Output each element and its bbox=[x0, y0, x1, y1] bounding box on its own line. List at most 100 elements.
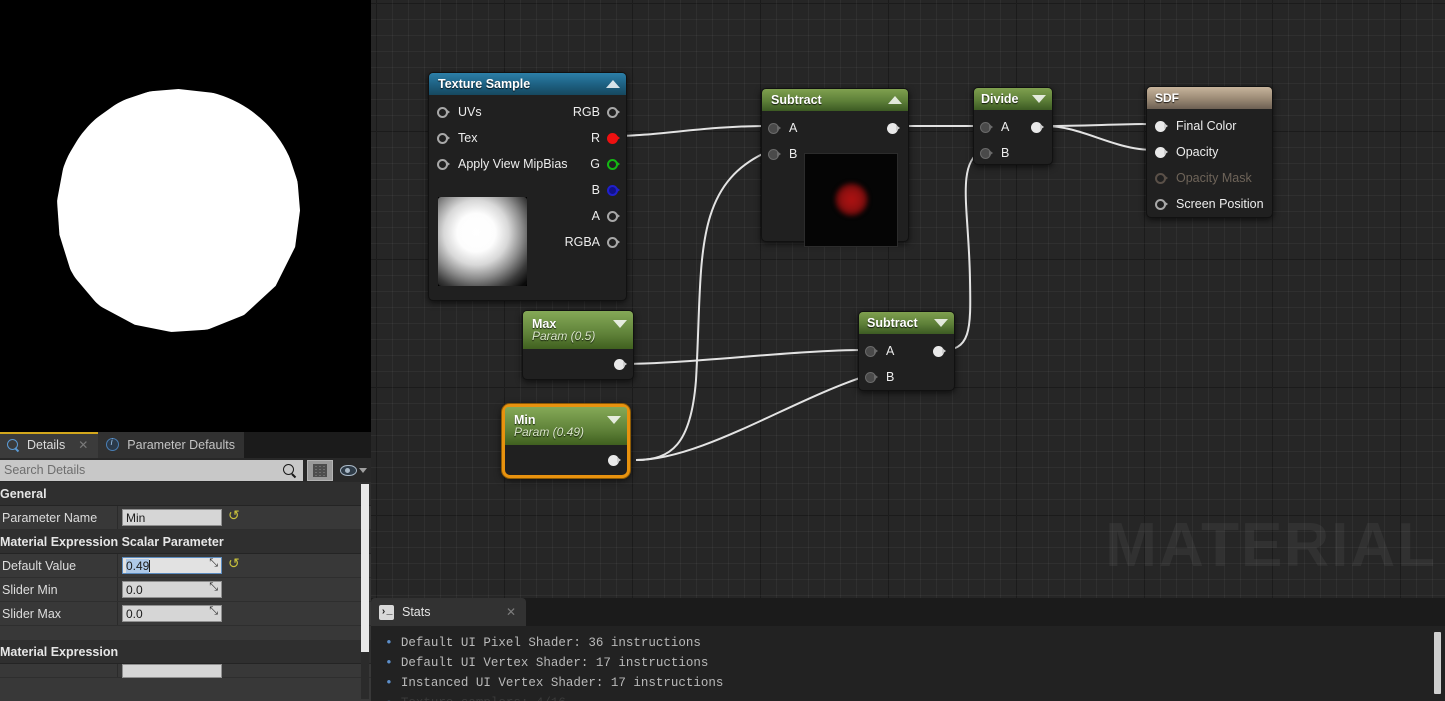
node-title: SDF bbox=[1155, 91, 1179, 105]
input-pin-opacity-mask[interactable] bbox=[1155, 173, 1168, 184]
pin-label: B bbox=[592, 183, 600, 197]
output-pin-r[interactable] bbox=[607, 133, 620, 144]
node-header[interactable]: Divide bbox=[974, 88, 1052, 110]
input-pin[interactable] bbox=[437, 107, 450, 118]
output-pin[interactable] bbox=[887, 123, 900, 134]
input-pin[interactable] bbox=[437, 133, 450, 144]
input-pin-a[interactable] bbox=[768, 123, 781, 134]
output-pin-g[interactable] bbox=[607, 159, 620, 170]
visibility-options-button[interactable] bbox=[337, 460, 370, 481]
property-row-slider-min: Slider Min 0.0 bbox=[0, 578, 371, 602]
bullet-icon: • bbox=[385, 653, 393, 673]
stats-scrollbar-thumb[interactable] bbox=[1434, 632, 1441, 694]
partial-field[interactable] bbox=[122, 664, 222, 678]
node-pin-row: A bbox=[974, 114, 1052, 140]
node-header[interactable]: Subtract bbox=[859, 312, 954, 334]
node-divide[interactable]: Divide A B bbox=[973, 87, 1053, 165]
pin-label: Apply View MipBias bbox=[458, 157, 568, 171]
input-pin-b[interactable] bbox=[980, 148, 993, 159]
node-pin-row bbox=[523, 349, 633, 379]
tab-stats-label: Stats bbox=[402, 605, 431, 619]
output-pin[interactable] bbox=[608, 455, 621, 466]
node-pin-row: B bbox=[974, 140, 1052, 166]
parameter-name-field[interactable]: Min bbox=[122, 509, 222, 526]
input-pin-a[interactable] bbox=[980, 122, 993, 133]
node-thumbnail[interactable] bbox=[804, 153, 898, 247]
pin-label: Opacity Mask bbox=[1176, 171, 1252, 185]
revert-icon[interactable] bbox=[228, 559, 240, 572]
section-header-general[interactable]: General bbox=[0, 482, 371, 506]
section-header-scalar-parameter[interactable]: Material Expression Scalar Parameter bbox=[0, 530, 371, 554]
input-pin-b[interactable] bbox=[768, 149, 781, 160]
material-preview-viewport[interactable] bbox=[0, 0, 371, 432]
node-header[interactable]: SDF bbox=[1147, 87, 1272, 109]
default-value-field[interactable]: 0.49 bbox=[122, 557, 222, 574]
tab-close-icon[interactable]: ✕ bbox=[506, 605, 516, 619]
details-scrollbar-thumb[interactable] bbox=[361, 484, 369, 652]
node-title: Subtract bbox=[771, 93, 822, 107]
material-graph-canvas[interactable]: MATERIAL Texture Sample bbox=[371, 0, 1445, 598]
stats-output[interactable]: • Default UI Pixel Shader: 36 instructio… bbox=[371, 626, 1445, 701]
input-pin-a[interactable] bbox=[865, 346, 878, 357]
output-pin[interactable] bbox=[614, 359, 627, 370]
collapse-down-icon[interactable] bbox=[934, 319, 948, 327]
spinner-icon[interactable] bbox=[207, 584, 218, 595]
stats-line-text: Instanced UI Vertex Shader: 17 instructi… bbox=[401, 673, 724, 693]
collapse-down-icon[interactable] bbox=[1032, 95, 1046, 103]
collapse-up-icon[interactable] bbox=[606, 80, 620, 88]
spinner-icon[interactable] bbox=[207, 608, 218, 619]
node-sdf-result[interactable]: SDF Final Color Opacity Opacity Mask Sc bbox=[1146, 86, 1273, 218]
output-pin-b[interactable] bbox=[607, 185, 620, 196]
spinner-icon[interactable] bbox=[207, 560, 218, 571]
collapse-up-icon[interactable] bbox=[888, 96, 902, 104]
section-header-material-expression[interactable]: Material Expression bbox=[0, 640, 371, 664]
property-label: Default Value bbox=[0, 554, 118, 577]
tab-stats[interactable]: ›_ Stats ✕ bbox=[371, 598, 526, 626]
stats-line-text: Default UI Pixel Shader: 36 instructions bbox=[401, 633, 701, 653]
output-pin[interactable] bbox=[933, 346, 946, 357]
tab-parameter-defaults-label: Parameter Defaults bbox=[127, 438, 235, 452]
input-pin-opacity[interactable] bbox=[1155, 147, 1168, 158]
output-pin-a[interactable] bbox=[607, 211, 620, 222]
node-texture-sample[interactable]: Texture Sample UVs RGB bbox=[428, 72, 627, 301]
node-header[interactable]: Min Param (0.49) bbox=[505, 407, 627, 445]
input-pin-final-color[interactable] bbox=[1155, 121, 1168, 132]
node-thumbnail[interactable] bbox=[438, 197, 527, 286]
tab-details-label: Details bbox=[27, 438, 65, 452]
property-row-slider-max: Slider Max 0.0 bbox=[0, 602, 371, 626]
node-subtract-1[interactable]: Subtract A B bbox=[761, 88, 909, 242]
output-pin[interactable] bbox=[1031, 122, 1044, 133]
node-subtract-2[interactable]: Subtract A B bbox=[858, 311, 955, 391]
section-title: Material Expression bbox=[0, 645, 118, 659]
pin-label: B bbox=[1001, 146, 1009, 160]
node-min-param[interactable]: Min Param (0.49) bbox=[502, 404, 630, 478]
details-scrollbar-track[interactable] bbox=[361, 484, 369, 699]
slider-max-field[interactable]: 0.0 bbox=[122, 605, 222, 622]
collapse-down-icon[interactable] bbox=[607, 416, 621, 424]
pin-label: Final Color bbox=[1176, 119, 1236, 133]
node-pin-row: A bbox=[762, 115, 908, 141]
node-header[interactable]: Texture Sample bbox=[429, 73, 626, 95]
tab-close-icon[interactable]: ✕ bbox=[78, 438, 88, 452]
input-pin[interactable] bbox=[437, 159, 450, 170]
input-pin-b[interactable] bbox=[865, 372, 878, 383]
collapse-down-icon[interactable] bbox=[613, 320, 627, 328]
left-column: Details ✕ Parameter Defaults ✕ Search De… bbox=[0, 0, 371, 701]
slider-min-field[interactable]: 0.0 bbox=[122, 581, 222, 598]
node-max-param[interactable]: Max Param (0.5) bbox=[522, 310, 634, 380]
grid-view-button[interactable] bbox=[307, 460, 333, 481]
output-pin-rgba[interactable] bbox=[607, 237, 620, 248]
node-header[interactable]: Max Param (0.5) bbox=[523, 311, 633, 349]
bullet-icon: • bbox=[385, 633, 393, 653]
search-input[interactable]: Search Details bbox=[0, 460, 303, 481]
tab-parameter-defaults[interactable]: Parameter Defaults ✕ bbox=[98, 432, 244, 458]
pin-label: A bbox=[1001, 120, 1009, 134]
tab-details[interactable]: Details ✕ bbox=[0, 432, 98, 458]
node-header[interactable]: Subtract bbox=[762, 89, 908, 111]
chevron-down-icon bbox=[359, 468, 367, 473]
output-pin[interactable] bbox=[607, 107, 620, 118]
grid-view-icon bbox=[313, 464, 327, 477]
input-pin-screen-position[interactable] bbox=[1155, 199, 1168, 210]
property-row-default-value: Default Value 0.49 bbox=[0, 554, 371, 578]
revert-icon[interactable] bbox=[228, 511, 240, 524]
